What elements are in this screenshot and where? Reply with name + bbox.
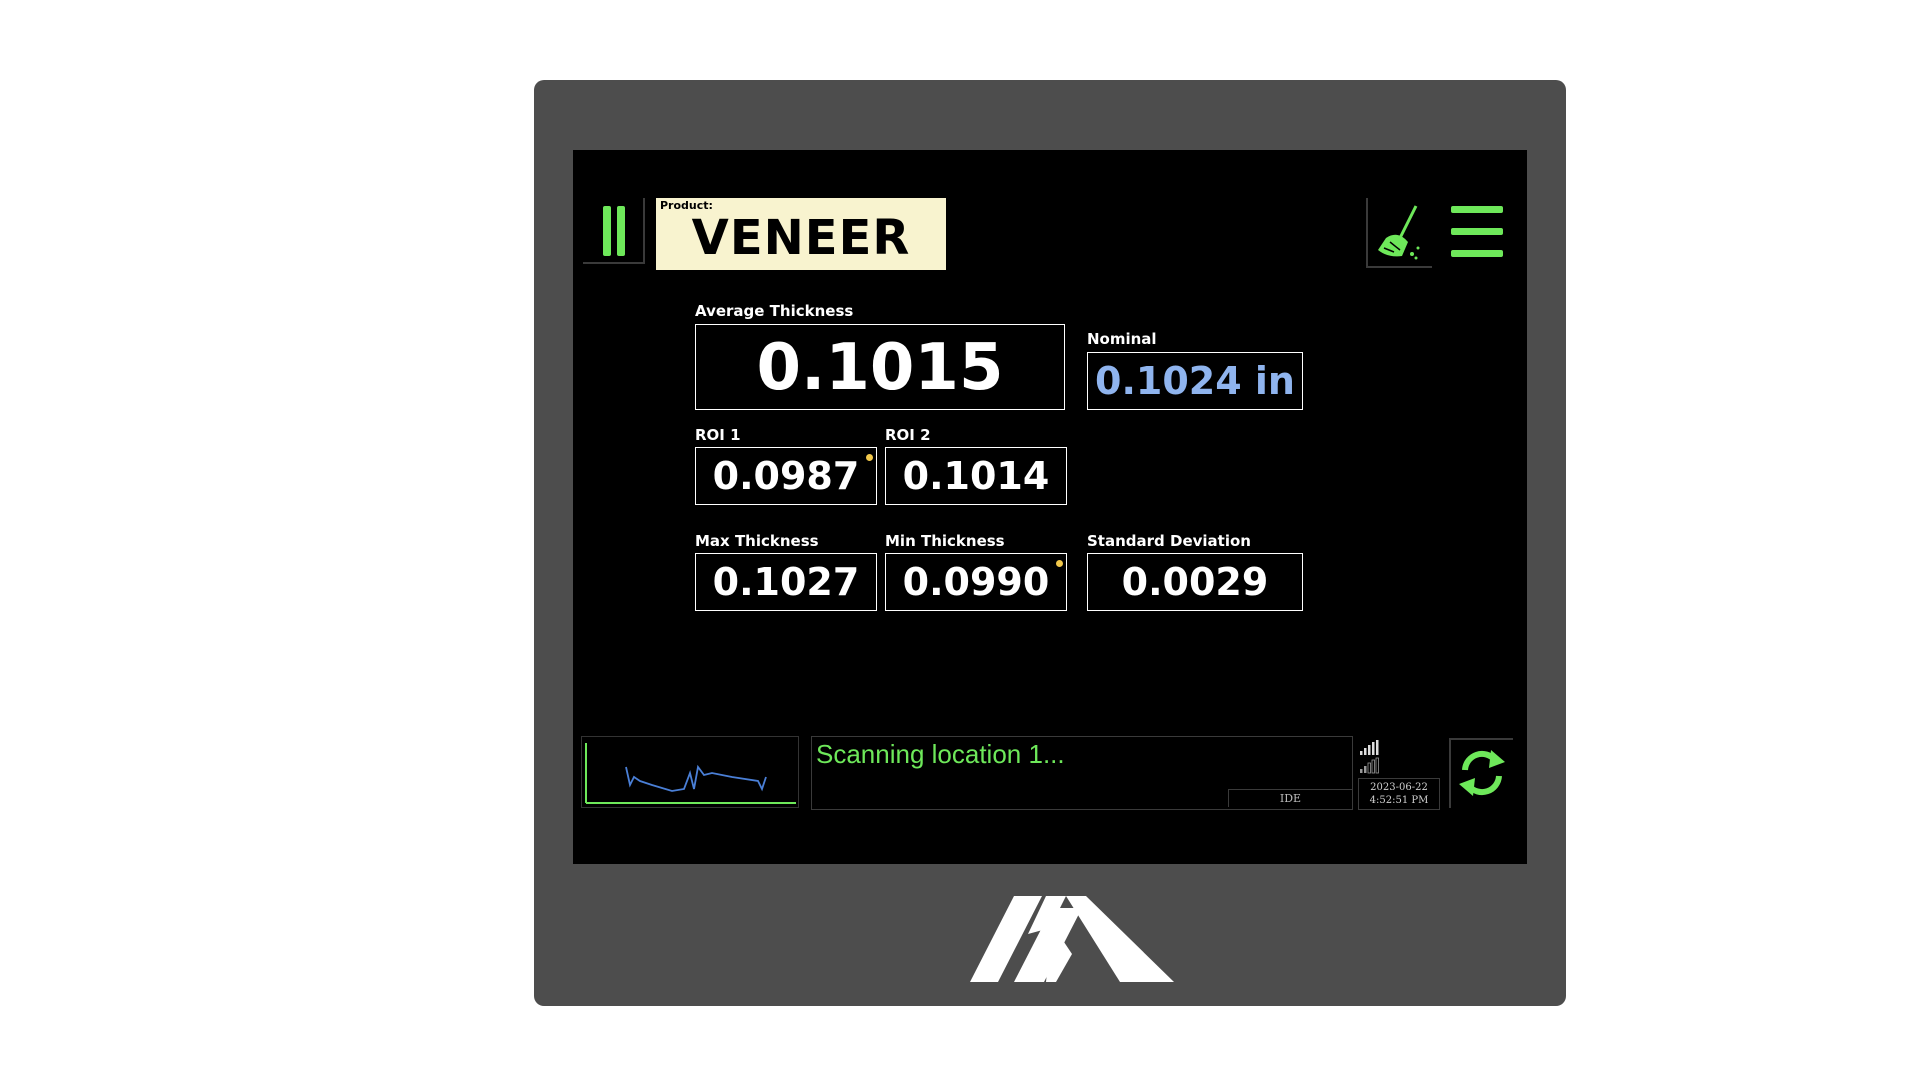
roi1-value-text: 0.0987 — [712, 454, 860, 498]
status-message: Scanning location 1... — [816, 739, 1065, 769]
refresh-button[interactable] — [1449, 738, 1513, 808]
std-dev-label: Standard Deviation — [1087, 532, 1251, 550]
nominal-value[interactable]: 0.1024 in — [1087, 352, 1303, 410]
min-thickness-value: 0.0990 — [885, 553, 1067, 611]
hmi-screen: Product: VENEER Average Thickness 0.1015… — [573, 150, 1527, 864]
roi1-label: ROI 1 — [695, 426, 741, 444]
clear-button[interactable] — [1366, 198, 1432, 268]
trend-chart-button[interactable] — [581, 736, 799, 808]
trend-sparkline — [585, 743, 796, 804]
average-thickness-value: 0.1015 — [695, 324, 1065, 410]
pause-button[interactable] — [583, 198, 645, 264]
mode-indicator: IDE — [1228, 789, 1352, 807]
nominal-label: Nominal — [1087, 330, 1157, 348]
max-thickness-value: 0.1027 — [695, 553, 877, 611]
time-text: 4:52:51 PM — [1369, 795, 1429, 806]
menu-button[interactable] — [1451, 206, 1503, 260]
max-thickness-label: Max Thickness — [695, 532, 819, 550]
roi1-indicator-dot — [866, 454, 873, 461]
broom-icon — [1378, 205, 1420, 260]
min-thickness-indicator-dot — [1056, 560, 1063, 567]
status-panel: Scanning location 1... IDE — [811, 736, 1353, 810]
roi2-value: 0.1014 — [885, 447, 1067, 505]
std-dev-value: 0.0029 — [1087, 553, 1303, 611]
product-name: VENEER — [691, 210, 911, 266]
average-thickness-label: Average Thickness — [695, 302, 854, 320]
signal-strength-icon — [1360, 740, 1379, 774]
refresh-icon — [1459, 750, 1505, 796]
roi2-label: ROI 2 — [885, 426, 931, 444]
datetime-display: 2023-06-22 4:52:51 PM — [1358, 778, 1440, 810]
brand-logo-icon — [970, 896, 1174, 982]
min-thickness-value-text: 0.0990 — [902, 560, 1050, 604]
product-display[interactable]: Product: VENEER — [656, 198, 946, 270]
roi1-value: 0.0987 — [695, 447, 877, 505]
min-thickness-label: Min Thickness — [885, 532, 1005, 550]
date-text: 2023-06-22 — [1370, 782, 1428, 793]
